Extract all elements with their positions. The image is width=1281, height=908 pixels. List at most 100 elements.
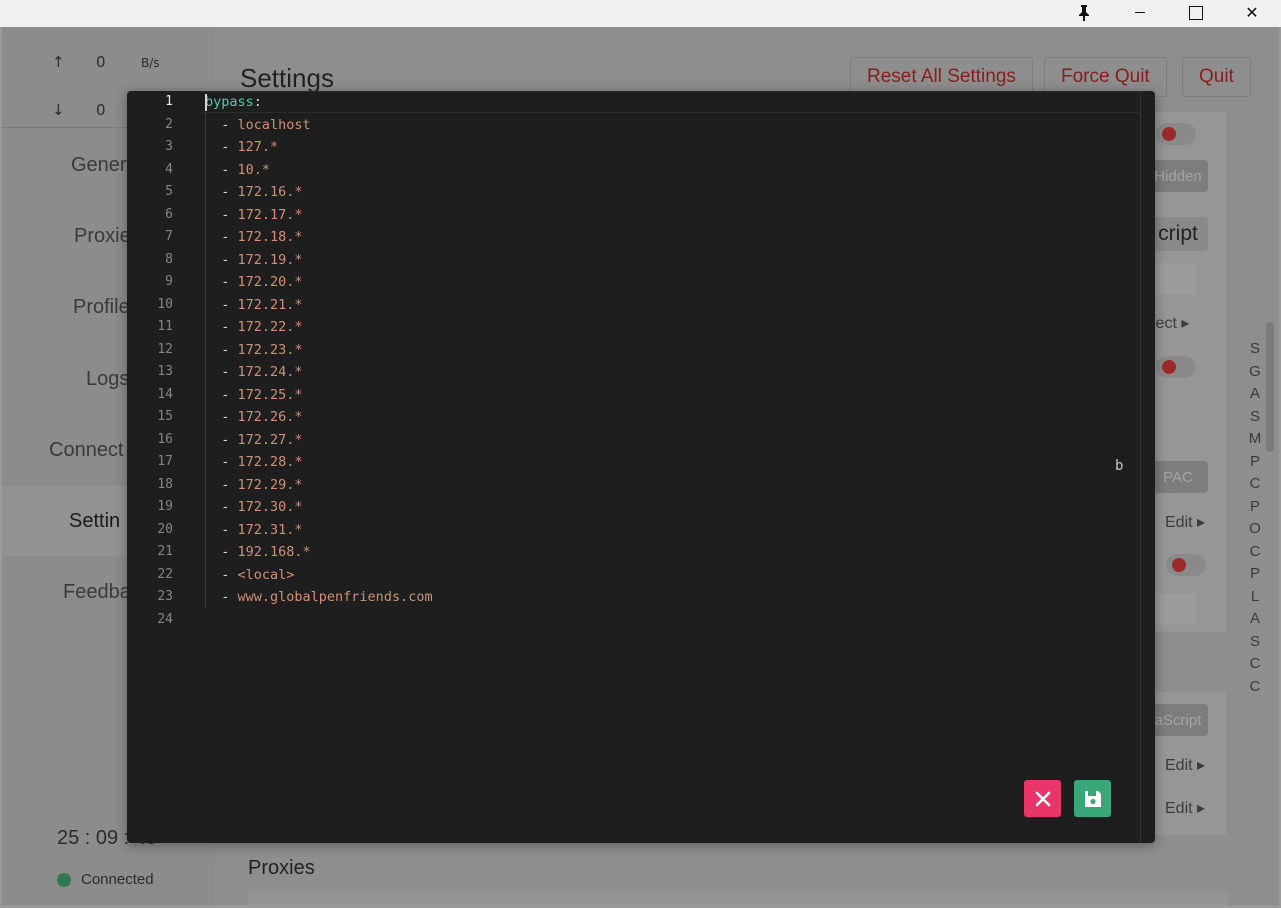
yaml-value: www.globalpenfriends.com [237,589,433,605]
yaml-value: 172.26.* [237,409,303,425]
code-line[interactable]: - 172.19.* [205,249,302,272]
line-number: 19 [157,499,173,514]
line-number: 14 [157,386,173,402]
setting-toggle[interactable] [1156,356,1196,378]
code-line[interactable]: - 172.25.* [205,384,303,407]
yaml-list-dash: - [205,499,238,515]
line-number: 18 [157,476,173,492]
index-letter[interactable]: C [1240,653,1270,676]
window-titlebar: ✕ [0,0,1281,27]
index-letter[interactable]: P [1240,451,1270,474]
yaml-value: 172.25.* [237,386,303,403]
code-line[interactable]: - 172.31.* [205,519,303,542]
save-edit-button[interactable] [1074,780,1111,817]
line-number: 16 [157,431,173,447]
index-letter[interactable]: S [1240,631,1270,654]
code-line[interactable]: - 172.30.* [205,496,302,519]
quit-button[interactable]: Quit [1182,57,1251,97]
close-window-button[interactable]: ✕ [1226,0,1278,25]
yaml-list-dash: - [205,589,238,605]
index-letter[interactable]: L [1240,586,1270,609]
code-editor-modal: 1 bypass: 2 - localhost 3 - 127.* 4 - 10.* 5 … [127,91,1155,843]
yaml-colon: : [253,94,262,110]
code-line[interactable]: - 172.20.* [205,271,302,294]
code-line[interactable]: - 127.* [205,136,278,159]
connection-status-label: Connected [81,871,154,888]
code-line[interactable]: - 172.28.* [205,451,302,474]
code-line[interactable]: - 172.29.* [205,474,303,497]
line-number: 17 [157,454,173,469]
yaml-value: 172.31.* [237,521,303,538]
yaml-list-dash: - [205,431,238,448]
yaml-value: 172.27.* [237,431,303,448]
sidebar-item-label: Profile [73,296,130,318]
javascript-button[interactable]: aScript [1148,704,1208,736]
index-letter[interactable]: P [1240,563,1270,586]
yaml-list-dash: - [205,229,238,245]
yaml-list-dash: - [205,161,238,178]
line-number: 21 [157,544,173,559]
yaml-list-dash: - [205,296,238,313]
code-line[interactable]: - 172.23.* [205,339,302,362]
upload-speed: ↑ 0 B/s [2,39,214,85]
index-letter[interactable]: C [1240,676,1270,699]
page-scrollbar[interactable] [1266,322,1274,452]
code-line[interactable]: - www.globalpenfriends.com [205,586,433,609]
line-number: 22 [157,566,173,582]
index-letter[interactable]: C [1240,541,1270,564]
code-line[interactable]: - 172.24.* [205,361,302,384]
proxies-section-title: Proxies [248,857,315,879]
sidebar-item-label: Settin [69,510,121,532]
setting-input[interactable] [1148,593,1196,625]
edit-link[interactable]: Edit ▸ [1165,798,1205,818]
line-number: 8 [165,251,173,267]
yaml-list-dash: - [205,206,238,223]
edit-link[interactable]: Edit ▸ [1165,755,1205,775]
pin-icon[interactable] [1058,0,1110,25]
text-cursor [205,94,207,111]
script-tab[interactable]: cript [1148,217,1208,251]
yaml-list-dash: - [205,566,238,583]
code-line[interactable]: - 172.26.* [205,406,303,429]
code-line[interactable]: - <local> [205,564,294,587]
minimize-button[interactable] [1114,0,1166,25]
code-line[interactable]: - 172.18.* [205,226,302,249]
line-number: 1 [165,94,173,109]
setting-input[interactable] [1148,263,1196,295]
select-link[interactable]: lect ▸ [1152,313,1189,333]
code-line[interactable]: - 10.* [205,159,270,182]
index-letter[interactable]: A [1240,608,1270,631]
code-line[interactable]: - 192.168.* [205,541,310,564]
close-icon [1035,791,1050,806]
editor-ruler [1140,91,1141,843]
index-letter[interactable]: P [1240,496,1270,519]
line-number: 2 [165,116,173,132]
download-arrow-icon: ↓ [52,101,65,119]
hidden-button[interactable]: Hidden [1148,160,1208,192]
code-line[interactable]: - 172.16.* [205,181,302,204]
code-line[interactable]: bypass: [205,91,262,114]
setting-toggle[interactable] [1166,554,1206,576]
upload-arrow-icon: ↑ [52,53,65,71]
line-number: 6 [165,206,173,222]
yaml-list-dash: - [205,116,238,133]
maximize-button[interactable] [1170,0,1222,25]
code-line[interactable]: - 172.21.* [205,294,302,317]
editor-side-mark: b [1115,458,1124,474]
index-letter[interactable]: C [1240,473,1270,496]
setting-toggle[interactable] [1156,123,1196,145]
code-line[interactable]: - 172.22.* [205,316,302,339]
cancel-edit-button[interactable] [1024,780,1061,817]
pac-button[interactable]: PAC [1148,461,1208,493]
sidebar-item-label: Feedba [63,581,131,603]
edit-link[interactable]: Edit ▸ [1165,512,1205,532]
line-number: 10 [157,296,173,312]
sidebar-item-label: Connect [49,439,124,461]
yaml-list-dash: - [205,386,238,403]
yaml-list-dash: - [205,476,238,493]
code-line[interactable]: - 172.17.* [205,204,302,227]
code-line[interactable]: - 172.27.* [205,429,303,452]
yaml-value: 172.29.* [237,476,303,493]
code-line[interactable]: - localhost [205,114,310,137]
index-letter[interactable]: O [1240,518,1270,541]
